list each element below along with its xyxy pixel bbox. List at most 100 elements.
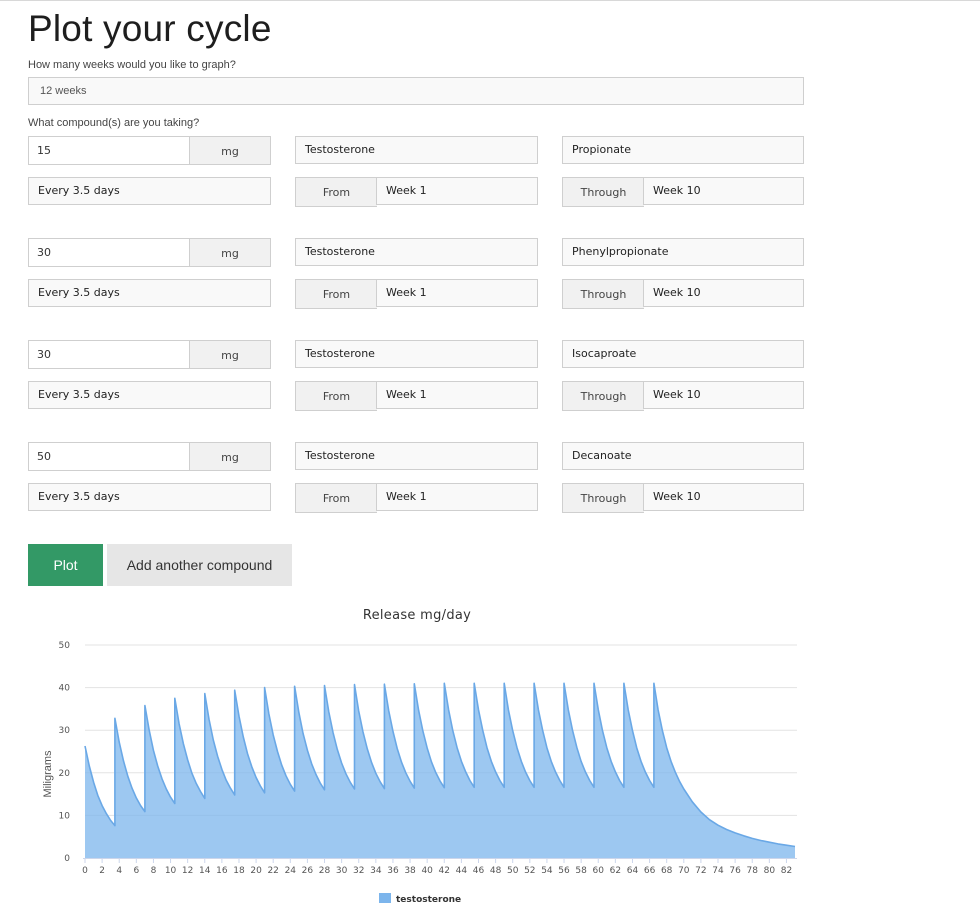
x-tick-label: 66: [644, 866, 656, 876]
x-tick-label: 52: [524, 866, 535, 876]
x-tick-label: 34: [370, 866, 382, 876]
weeks-select[interactable]: 12 weeks: [28, 77, 804, 105]
dose-input[interactable]: 30: [28, 340, 190, 369]
x-tick-label: 8: [151, 866, 157, 876]
through-week-select[interactable]: Week 10: [643, 483, 804, 511]
x-tick-label: 62: [610, 866, 621, 876]
x-tick-label: 48: [490, 866, 502, 876]
through-week-select[interactable]: Week 10: [643, 177, 804, 205]
x-tick-labels: 0 2 4 6 8 10 12 14 16 18 20 22 24 26 28 30 32 34 36 38 40 42 4…: [82, 858, 792, 876]
x-tick-label: 58: [575, 866, 587, 876]
x-tick-label: 82: [781, 866, 792, 876]
dose-unit-addon: mg: [189, 340, 271, 369]
x-tick-label: 14: [199, 866, 211, 876]
plot-button[interactable]: Plot: [28, 544, 103, 586]
x-tick-label: 40: [421, 866, 433, 876]
drug-select[interactable]: Testosterone: [295, 340, 538, 368]
y-tick-label: 50: [59, 641, 71, 651]
dose-unit-addon: mg: [189, 136, 271, 165]
x-tick-label: 38: [404, 866, 416, 876]
dose-input[interactable]: 30: [28, 238, 190, 267]
compounds-question-label: What compound(s) are you taking?: [28, 117, 200, 129]
drug-select[interactable]: Testosterone: [295, 238, 538, 266]
legend-label[interactable]: testosterone: [396, 895, 461, 905]
legend-swatch: [379, 893, 391, 903]
through-label: Through: [562, 381, 644, 411]
ester-select[interactable]: Propionate: [562, 136, 804, 164]
x-tick-label: 46: [473, 866, 485, 876]
from-week-select[interactable]: Week 1: [376, 483, 538, 511]
drug-select[interactable]: Testosterone: [295, 136, 538, 164]
x-tick-label: 70: [678, 866, 690, 876]
x-tick-label: 10: [165, 866, 177, 876]
x-tick-label: 64: [627, 866, 639, 876]
series-area: [84, 682, 796, 858]
from-label: From: [295, 483, 377, 513]
ester-select[interactable]: Phenylpropionate: [562, 238, 804, 266]
x-tick-label: 76: [729, 866, 741, 876]
from-week-select[interactable]: Week 1: [376, 381, 538, 409]
x-tick-label: 72: [695, 866, 706, 876]
ester-select[interactable]: Decanoate: [562, 442, 804, 470]
x-tick-label: 68: [661, 866, 673, 876]
x-tick-label: 24: [285, 866, 297, 876]
x-tick-label: 44: [456, 866, 468, 876]
x-tick-label: 16: [216, 866, 228, 876]
dose-unit-addon: mg: [189, 238, 271, 267]
from-week-select[interactable]: Week 1: [376, 177, 538, 205]
dose-unit-addon: mg: [189, 442, 271, 471]
x-tick-label: 26: [302, 866, 314, 876]
y-tick-label: 40: [59, 684, 71, 694]
through-week-select[interactable]: Week 10: [643, 381, 804, 409]
ester-select[interactable]: Isocaproate: [562, 340, 804, 368]
x-tick-label: 0: [82, 866, 88, 876]
frequency-select[interactable]: Every 3.5 days: [28, 177, 271, 205]
from-label: From: [295, 279, 377, 309]
page-title: Plot your cycle: [28, 8, 272, 49]
x-tick-label: 4: [116, 866, 122, 876]
frequency-select[interactable]: Every 3.5 days: [28, 381, 271, 409]
y-tick-label: 20: [59, 769, 71, 779]
y-axis-label: Miligrams: [42, 750, 54, 798]
release-chart: 01020304050 0 2 4 6 8 10 12 14 16 18 20 22 24 26 28 30 3…: [42, 641, 797, 905]
x-tick-label: 22: [267, 866, 278, 876]
x-tick-label: 20: [250, 866, 262, 876]
add-compound-button[interactable]: Add another compound: [107, 544, 292, 586]
y-tick-labels: 0 10 20 30 40 50: [59, 641, 71, 864]
through-week-select[interactable]: Week 10: [643, 279, 804, 307]
through-label: Through: [562, 279, 644, 309]
x-tick-label: 50: [507, 866, 519, 876]
x-tick-label: 78: [747, 866, 759, 876]
from-label: From: [295, 177, 377, 207]
chart-title: Release mg/day: [362, 608, 472, 623]
x-tick-label: 42: [439, 866, 450, 876]
x-tick-label: 32: [353, 866, 364, 876]
dose-input[interactable]: 15: [28, 136, 190, 165]
x-tick-label: 2: [99, 866, 105, 876]
x-tick-label: 6: [133, 866, 139, 876]
legend[interactable]: testosterone: [379, 893, 461, 905]
x-tick-label: 54: [541, 866, 553, 876]
y-tick-label: 30: [59, 726, 71, 736]
x-tick-label: 12: [182, 866, 193, 876]
x-tick-label: 30: [336, 866, 348, 876]
weeks-question-label: How many weeks would you like to graph?: [28, 59, 236, 71]
from-week-select[interactable]: Week 1: [376, 279, 538, 307]
y-tick-label: 0: [64, 854, 70, 864]
frequency-select[interactable]: Every 3.5 days: [28, 279, 271, 307]
frequency-select[interactable]: Every 3.5 days: [28, 483, 271, 511]
x-tick-label: 28: [319, 866, 331, 876]
top-divider: [0, 0, 980, 1]
from-label: From: [295, 381, 377, 411]
x-tick-label: 56: [558, 866, 570, 876]
x-tick-label: 36: [387, 866, 399, 876]
x-tick-label: 18: [233, 866, 245, 876]
drug-select[interactable]: Testosterone: [295, 442, 538, 470]
through-label: Through: [562, 483, 644, 513]
y-tick-label: 10: [59, 811, 71, 821]
dose-input[interactable]: 50: [28, 442, 190, 471]
through-label: Through: [562, 177, 644, 207]
x-tick-label: 60: [593, 866, 605, 876]
x-tick-label: 80: [764, 866, 776, 876]
x-tick-label: 74: [712, 866, 724, 876]
